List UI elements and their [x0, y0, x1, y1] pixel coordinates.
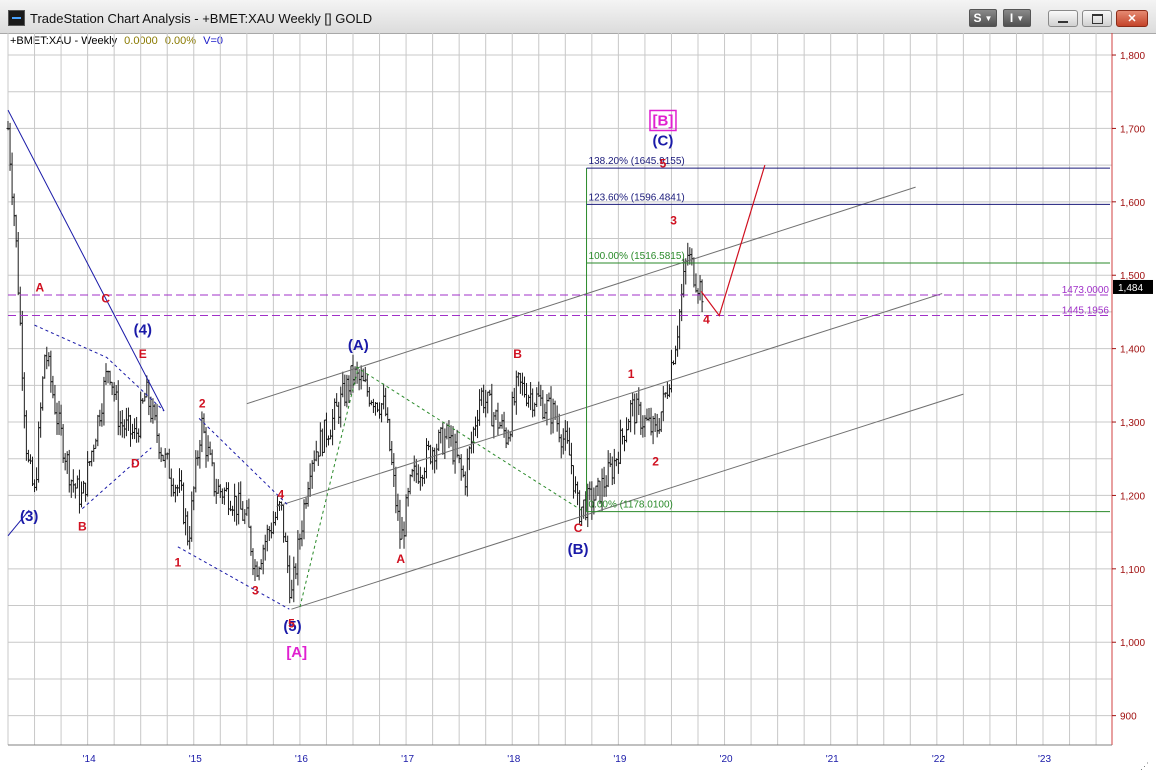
- wave-label: D: [131, 457, 140, 471]
- wave-label: 2: [652, 454, 659, 468]
- wave-label: 2: [199, 396, 206, 410]
- y-tick-label: 1,800: [1120, 51, 1145, 62]
- maximize-icon: [1091, 13, 1103, 24]
- y-tick-label: 1,100: [1120, 565, 1145, 576]
- wave-projection-path: [700, 164, 766, 317]
- horizontal-level-label: 1445.1956: [1062, 305, 1110, 316]
- wave-label: B: [513, 347, 522, 361]
- y-tick-label: 1,300: [1120, 418, 1145, 429]
- last-price-label: 1,484: [1118, 283, 1143, 294]
- x-tick-label: '14: [83, 754, 96, 765]
- wave-label: 3: [252, 584, 259, 598]
- minimize-icon: [1058, 20, 1068, 23]
- y-tick-label: 1,700: [1120, 124, 1145, 135]
- x-tick-label: '22: [932, 754, 945, 765]
- x-tick-label: '18: [507, 754, 520, 765]
- wave-label: (3): [20, 508, 38, 525]
- fib-level-label: 100.00% (1516.5815): [589, 251, 685, 262]
- chart-window: TradeStation Chart Analysis - +BMET:XAU …: [0, 0, 1156, 773]
- close-icon: ✕: [1127, 13, 1137, 25]
- fib-level-label: 138.20% (1645.9155): [589, 156, 685, 167]
- channel-line: [276, 293, 943, 507]
- resize-grip[interactable]: ⋰: [1140, 761, 1152, 771]
- wave-label: 5: [660, 156, 667, 170]
- title-bar[interactable]: TradeStation Chart Analysis - +BMET:XAU …: [0, 0, 1156, 34]
- dotted-wave-line: [177, 546, 290, 610]
- wave-label: A: [36, 280, 45, 294]
- wave-label: 1: [175, 556, 182, 570]
- x-tick-label: '16: [295, 754, 308, 765]
- chevron-down-icon: ▼: [1016, 13, 1025, 23]
- app-icon: [8, 10, 25, 26]
- y-tick-label: 1,200: [1120, 491, 1145, 502]
- dotted-wave-line: [299, 366, 359, 608]
- wave-label: 4: [277, 487, 284, 501]
- wave-label: A: [396, 552, 405, 566]
- x-tick-label: '20: [720, 754, 733, 765]
- wave-label: [B]: [653, 112, 674, 129]
- wave-label: (A): [348, 337, 369, 354]
- i-dropdown-button[interactable]: I ▼: [1003, 9, 1031, 27]
- wave-label: B: [78, 520, 87, 534]
- wave-label: C: [574, 521, 583, 535]
- horizontal-level-label: 1473.0000: [1062, 285, 1110, 296]
- x-tick-label: '19: [613, 754, 626, 765]
- wave-label: 5: [288, 617, 295, 631]
- y-tick-label: 1,000: [1120, 638, 1145, 649]
- wave-label: 3: [670, 214, 677, 228]
- i-label: I: [1009, 11, 1014, 25]
- y-tick-label: 900: [1120, 712, 1137, 723]
- wave-label: [A]: [286, 644, 307, 661]
- x-tick-label: '15: [189, 754, 202, 765]
- wave-label: E: [139, 347, 147, 361]
- x-tick-label: '17: [401, 754, 414, 765]
- wave-label: (B): [568, 541, 589, 558]
- x-tick-label: '23: [1038, 754, 1051, 765]
- s-label: S: [973, 11, 982, 25]
- window-title: TradeStation Chart Analysis - +BMET:XAU …: [30, 11, 373, 26]
- s-dropdown-button[interactable]: S ▼: [969, 9, 997, 27]
- chevron-down-icon: ▼: [984, 13, 993, 23]
- y-tick-label: 1,600: [1120, 198, 1145, 209]
- wave-label: 1: [628, 367, 635, 381]
- maximize-button[interactable]: [1082, 10, 1112, 27]
- wave-label: 4: [703, 313, 710, 327]
- price-axis: 9001,0001,1001,2001,3001,4001,5001,6001,…: [8, 33, 1153, 765]
- fib-level-label: 123.60% (1596.4841): [589, 192, 685, 203]
- price-chart[interactable]: 138.20% (1645.9155)123.60% (1596.4841)10…: [0, 33, 1156, 773]
- chart-grid: [7, 33, 1112, 745]
- drawing-objects: 138.20% (1645.9155)123.60% (1596.4841)10…: [7, 109, 1112, 610]
- close-button[interactable]: ✕: [1116, 10, 1148, 27]
- minimize-button[interactable]: [1048, 10, 1078, 27]
- wave-label: C: [101, 291, 110, 305]
- wave-label: (4): [134, 322, 152, 339]
- x-tick-label: '21: [826, 754, 839, 765]
- fib-level-label: 0.00% (1178.0100): [589, 500, 673, 511]
- y-tick-label: 1,400: [1120, 345, 1145, 356]
- wave-label: (C): [653, 132, 674, 149]
